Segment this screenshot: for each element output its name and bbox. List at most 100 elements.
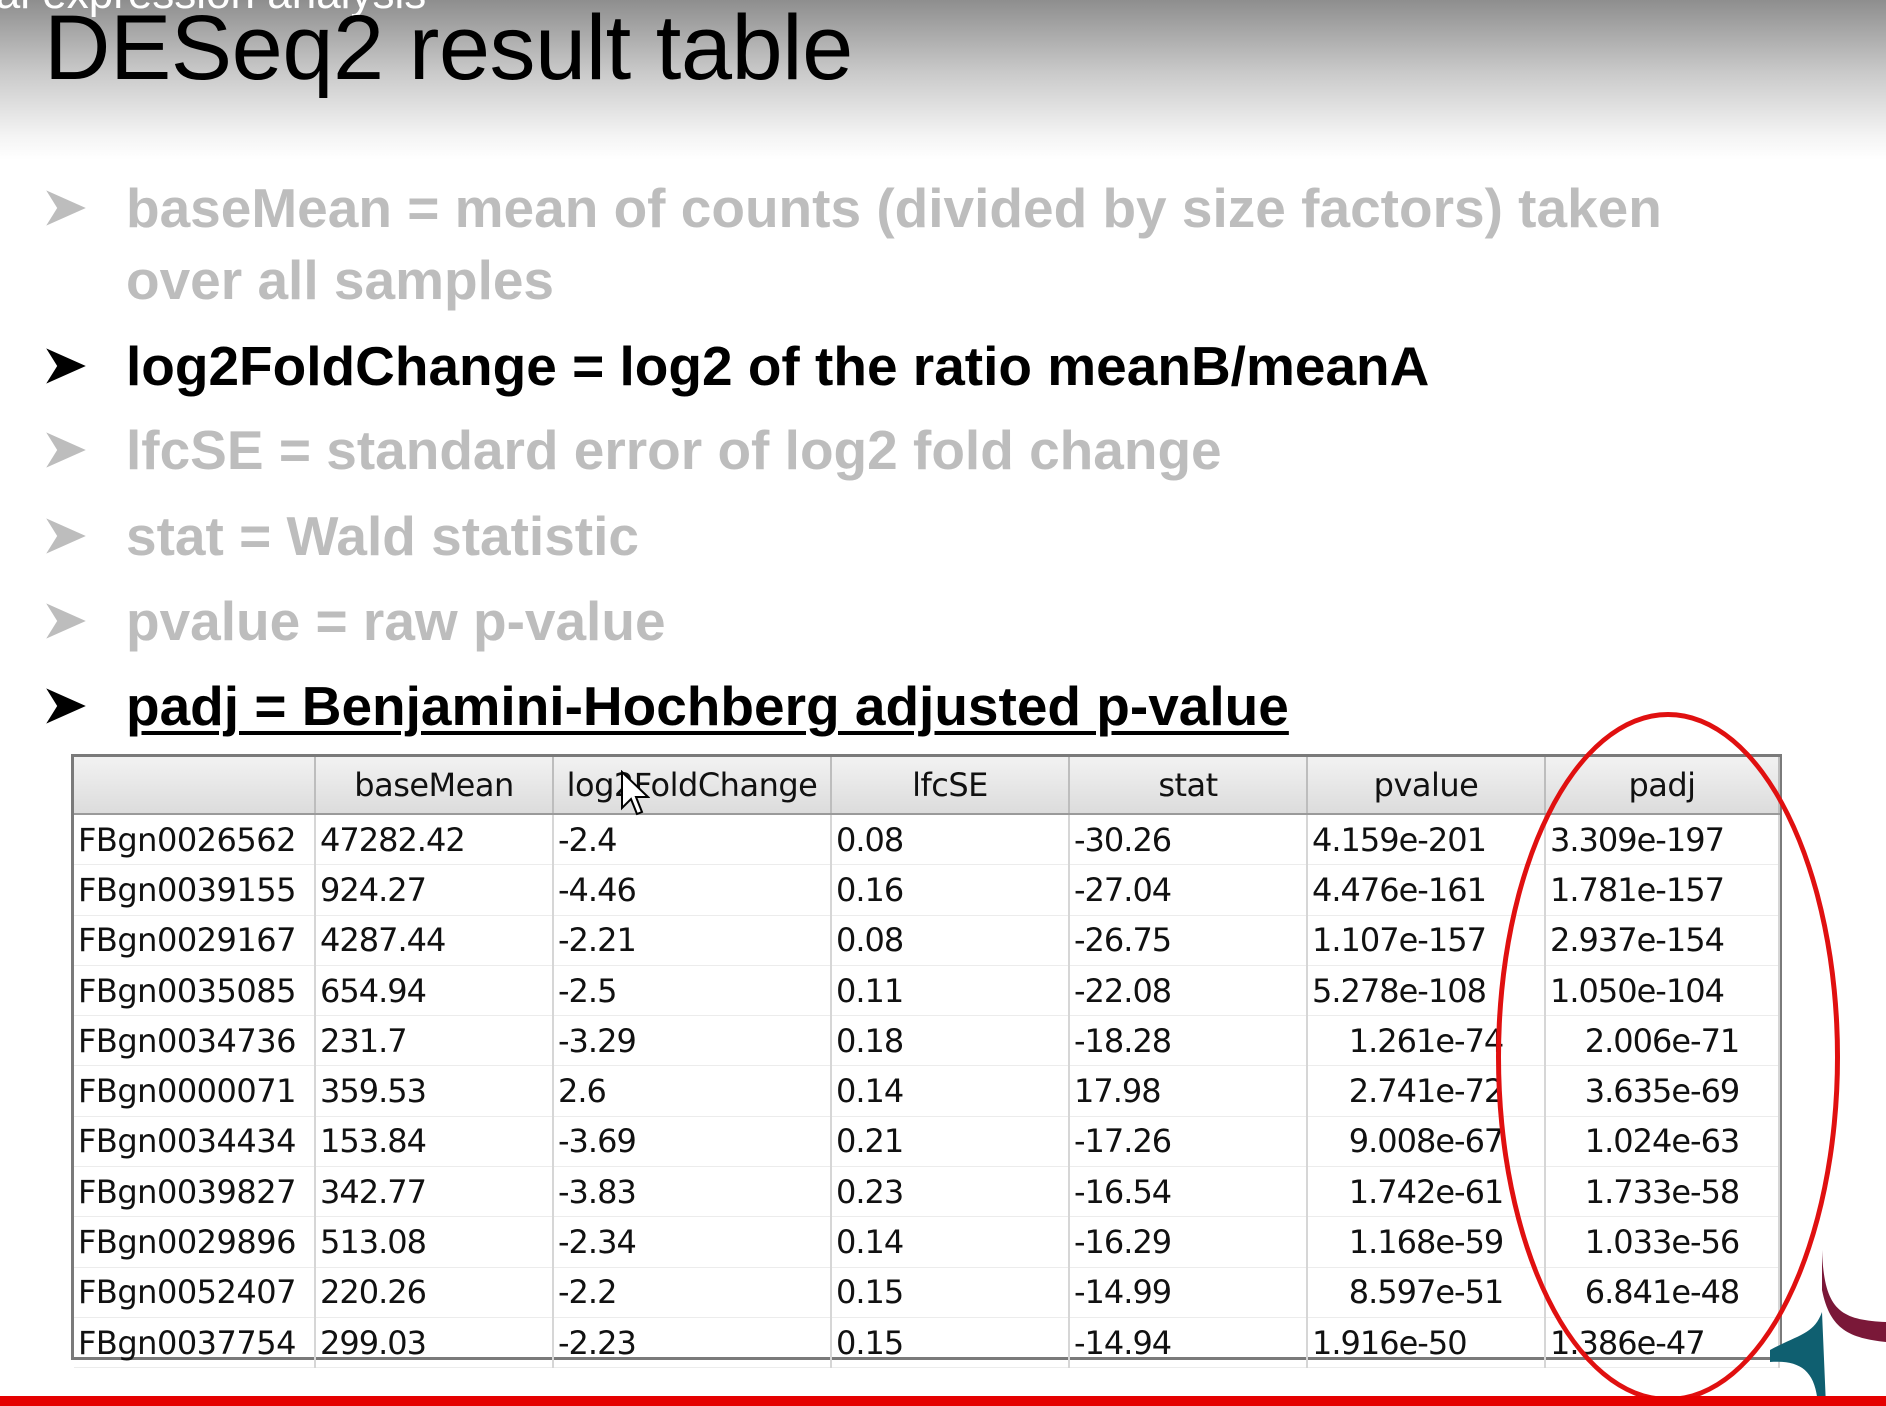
lfcse-cell: 0.08 bbox=[831, 915, 1070, 966]
log2foldchange-cell: -2.21 bbox=[553, 915, 832, 966]
column-header-rowname[interactable] bbox=[74, 757, 316, 815]
stat-cell: -30.26 bbox=[1069, 814, 1308, 866]
arrow-bullet-icon bbox=[44, 684, 88, 728]
bullet-text: lfcSE = standard error of log2 fold chan… bbox=[126, 419, 1222, 481]
padj-cell: 3.309e-197 bbox=[1545, 814, 1780, 866]
slide-title: DESeq2 result table bbox=[44, 0, 853, 99]
padj-cell: 1.050e-104 bbox=[1545, 965, 1780, 1017]
pvalue-cell: 4.159e-201 bbox=[1307, 814, 1546, 866]
arrow-bullet-icon bbox=[44, 344, 88, 388]
stat-cell: -18.28 bbox=[1069, 1015, 1308, 1067]
log2foldchange-cell: -2.23 bbox=[553, 1317, 832, 1369]
bullet-text: padj = Benjamini-Hochberg adjusted p-val… bbox=[126, 675, 1289, 737]
table-row[interactable]: FBgn0029896 513.08 -2.34 0.14 -16.29 1.1… bbox=[74, 1216, 1780, 1268]
pvalue-cell: 1.742e-61 bbox=[1307, 1166, 1546, 1218]
lfcse-cell: 0.16 bbox=[831, 864, 1070, 916]
table-row[interactable]: FBgn0034736 231.7 -3.29 0.18 -18.28 1.26… bbox=[74, 1015, 1780, 1067]
pvalue-cell: 4.476e-161 bbox=[1307, 864, 1546, 916]
stat-cell: -27.04 bbox=[1069, 864, 1308, 916]
pvalue-cell: 1.168e-59 bbox=[1307, 1216, 1546, 1268]
arrow-bullet-icon bbox=[44, 428, 88, 472]
arrow-bullet-icon bbox=[44, 186, 88, 230]
stat-cell: 17.98 bbox=[1069, 1065, 1308, 1117]
lfcse-cell: 0.18 bbox=[831, 1015, 1070, 1067]
bullet-text-continued: over all samples bbox=[126, 249, 555, 311]
gene-id-cell: FBgn0039155 bbox=[74, 864, 316, 916]
gene-id-cell: FBgn0000071 bbox=[74, 1065, 316, 1117]
bullet-text: baseMean = mean of counts (divided by si… bbox=[126, 177, 1662, 239]
basemean-cell: 231.7 bbox=[315, 1015, 554, 1067]
padj-cell: 1.033e-56 bbox=[1545, 1216, 1780, 1268]
padj-cell: 1.024e-63 bbox=[1545, 1116, 1780, 1168]
stat-cell: -26.75 bbox=[1069, 915, 1308, 966]
lfcse-cell: 0.14 bbox=[831, 1216, 1070, 1268]
gene-id-cell: FBgn0029896 bbox=[74, 1216, 316, 1268]
gene-id-cell: FBgn0029167 bbox=[74, 915, 316, 966]
table-row[interactable]: FBgn0039155 924.27 -4.46 0.16 -27.04 4.4… bbox=[74, 864, 1780, 916]
column-header-basemean[interactable]: baseMean bbox=[315, 757, 554, 815]
table-row[interactable]: FBgn0026562 47282.42 -2.4 0.08 -30.26 4.… bbox=[74, 814, 1780, 866]
padj-cell: 2.937e-154 bbox=[1545, 915, 1780, 966]
corner-logo-icon bbox=[1770, 1250, 1886, 1406]
table-row[interactable]: FBgn0035085 654.94 -2.5 0.11 -22.08 5.27… bbox=[74, 965, 1780, 1017]
log2foldchange-cell: -2.5 bbox=[553, 965, 832, 1017]
bullet-text: pvalue = raw p-value bbox=[126, 590, 666, 652]
gene-id-cell: FBgn0039827 bbox=[74, 1166, 316, 1218]
basemean-cell: 153.84 bbox=[315, 1116, 554, 1168]
stat-cell: -16.54 bbox=[1069, 1166, 1308, 1218]
gene-id-cell: FBgn0035085 bbox=[74, 965, 316, 1017]
table-row[interactable]: FBgn0029167 4287.44 -2.21 0.08 -26.75 1.… bbox=[74, 915, 1780, 966]
pvalue-cell: 1.916e-50 bbox=[1307, 1317, 1546, 1369]
arrow-bullet-icon bbox=[44, 599, 88, 643]
gene-id-cell: FBgn0026562 bbox=[74, 814, 316, 866]
basemean-cell: 299.03 bbox=[315, 1317, 554, 1369]
stat-cell: -14.99 bbox=[1069, 1267, 1308, 1318]
table-row[interactable]: FBgn0000071 359.53 2.6 0.14 17.98 2.741e… bbox=[74, 1065, 1780, 1117]
log2foldchange-cell: -3.29 bbox=[553, 1015, 832, 1067]
pvalue-cell: 5.278e-108 bbox=[1307, 965, 1546, 1017]
basemean-cell: 47282.42 bbox=[315, 814, 554, 866]
basemean-cell: 342.77 bbox=[315, 1166, 554, 1218]
lfcse-cell: 0.21 bbox=[831, 1116, 1070, 1168]
stat-cell: -16.29 bbox=[1069, 1216, 1308, 1268]
bottom-accent-bar bbox=[0, 1396, 1886, 1406]
pvalue-cell: 2.741e-72 bbox=[1307, 1065, 1546, 1117]
log2foldchange-cell: -4.46 bbox=[553, 864, 832, 916]
table-row[interactable]: FBgn0037754 299.03 -2.23 0.15 -14.94 1.9… bbox=[74, 1317, 1780, 1369]
padj-cell: 6.841e-48 bbox=[1545, 1267, 1780, 1318]
column-header-padj[interactable]: padj bbox=[1545, 757, 1780, 815]
column-header-pvalue[interactable]: pvalue bbox=[1307, 757, 1546, 815]
column-header-stat[interactable]: stat bbox=[1069, 757, 1308, 815]
log2foldchange-cell: -2.34 bbox=[553, 1216, 832, 1268]
basemean-cell: 220.26 bbox=[315, 1267, 554, 1318]
table-row[interactable]: FBgn0039827 342.77 -3.83 0.23 -16.54 1.7… bbox=[74, 1166, 1780, 1218]
lfcse-cell: 0.11 bbox=[831, 965, 1070, 1017]
lfcse-cell: 0.15 bbox=[831, 1267, 1070, 1318]
basemean-cell: 359.53 bbox=[315, 1065, 554, 1117]
table-header-row: baseMean log2FoldChange lfcSE stat pvalu… bbox=[74, 757, 1780, 815]
pvalue-cell: 9.008e-67 bbox=[1307, 1116, 1546, 1168]
padj-cell: 3.635e-69 bbox=[1545, 1065, 1780, 1117]
column-header-lfcse[interactable]: lfcSE bbox=[831, 757, 1070, 815]
gene-id-cell: FBgn0034434 bbox=[74, 1116, 316, 1168]
arrow-bullet-icon bbox=[44, 514, 88, 558]
log2foldchange-cell: 2.6 bbox=[553, 1065, 832, 1117]
log2foldchange-cell: -3.83 bbox=[553, 1166, 832, 1218]
stat-cell: -17.26 bbox=[1069, 1116, 1308, 1168]
mouse-cursor-icon bbox=[621, 770, 650, 816]
gene-id-cell: FBgn0037754 bbox=[74, 1317, 316, 1369]
padj-cell: 1.386e-47 bbox=[1545, 1317, 1780, 1369]
lfcse-cell: 0.14 bbox=[831, 1065, 1070, 1117]
pvalue-cell: 8.597e-51 bbox=[1307, 1267, 1546, 1318]
column-header-log2foldchange[interactable]: log2FoldChange bbox=[553, 757, 832, 815]
pvalue-cell: 1.107e-157 bbox=[1307, 915, 1546, 966]
bullet-text: stat = Wald statistic bbox=[126, 505, 639, 567]
table-row[interactable]: FBgn0034434 153.84 -3.69 0.21 -17.26 9.0… bbox=[74, 1116, 1780, 1168]
gene-id-cell: FBgn0052407 bbox=[74, 1267, 316, 1318]
log2foldchange-cell: -3.69 bbox=[553, 1116, 832, 1168]
lfcse-cell: 0.08 bbox=[831, 814, 1070, 866]
basemean-cell: 513.08 bbox=[315, 1216, 554, 1268]
table-row[interactable]: FBgn0052407 220.26 -2.2 0.15 -14.99 8.59… bbox=[74, 1267, 1780, 1318]
results-table: baseMean log2FoldChange lfcSE stat pvalu… bbox=[74, 757, 1780, 1369]
padj-cell: 1.781e-157 bbox=[1545, 864, 1780, 916]
